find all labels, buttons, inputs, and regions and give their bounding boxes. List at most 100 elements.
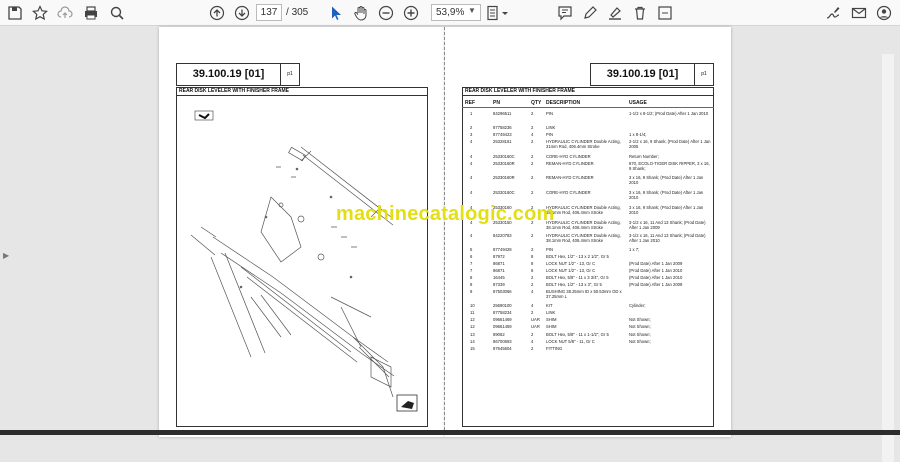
vertical-scrollbar[interactable] [882,54,894,462]
usage-cell: (Prod Date) After 1 Jan 2010 [629,275,683,280]
ref-cell: 4 [470,161,473,166]
usage-cell: (Prod Date) After 1 Jan 2009 [629,261,683,266]
pn-cell: 09661469 [493,317,512,322]
ref-cell: 4 [470,154,473,159]
ref-cell: 5 [470,247,473,252]
zoom-out-icon[interactable] [377,4,395,22]
col-usage-header: USAGE [629,100,647,106]
zoom-search-icon[interactable] [108,4,126,22]
description-cell: HYDRAULIC CYLINDER Double Acting, 38.1mm… [546,205,621,215]
page-number-input[interactable]: 137 [256,4,282,21]
qty-cell: 2 [531,282,534,287]
ref-cell: 11 [470,310,475,315]
pn-cell: 25330160C [493,190,515,195]
bookmark-star-icon[interactable] [31,4,49,22]
qty-cell: 2 [531,247,534,252]
usage-cell: 2-1/2 x 16, 9 Shank; (Prod Date) After 1… [629,139,711,149]
zoom-dropdown-chevron-icon[interactable]: ▼ [468,6,476,15]
qty-cell: UAR [531,324,540,329]
usage-cell: 1 x 7; [629,247,640,252]
exploded-view-drawing [190,110,418,412]
description-cell: LOCK NUT 5/8" - 11, Gr C [546,339,595,344]
page-total-count: 305 [291,7,309,18]
page-total: / 305 [286,7,308,18]
ref-cell: 7 [470,268,473,273]
comment-icon[interactable] [556,4,574,22]
col-pn-header: PN [493,100,500,106]
next-page-icon[interactable] [233,4,251,22]
qty-cell: UAR [531,317,540,322]
page-left-diagram: 39.100.19 [01] p1 REAR DISK LEVELER WITH… [159,27,445,437]
qty-cell: 2 [531,310,534,315]
left-collapse-arrow-icon[interactable]: ▶ [3,251,9,260]
ref-cell: 8 [470,275,473,280]
document-viewer[interactable]: ▶ ◀ 39.100.19 [01] p1 REAR DISK LEVELER … [0,27,900,462]
select-cursor-icon[interactable] [327,4,345,22]
pn-cell: 25330160R [493,175,515,180]
description-cell: PIN [546,132,553,137]
more-icon[interactable] [656,4,674,22]
qty-cell: 2 [531,111,534,116]
delete-icon[interactable] [631,4,649,22]
toolbar: 137 / 305 53,9% ▼ [0,0,900,26]
upload-cloud-icon[interactable] [56,4,74,22]
ref-cell: 14 [470,339,475,344]
prev-page-icon[interactable] [208,4,226,22]
description-cell: PIN [546,111,553,116]
description-cell: HYDRAULIC CYLINDER Double Acting, 38.1mm… [546,220,621,230]
section-header-box-right: 39.100.19 [01] p1 [590,63,714,86]
page-separator: / [286,7,289,18]
pn-cell: 87758236 [493,125,512,130]
hand-pan-icon[interactable] [352,4,370,22]
usage-cell: Not Shown; [629,324,651,329]
pn-cell: 87339 [493,282,505,287]
account-icon[interactable] [875,4,893,22]
qty-cell: 2 [531,139,534,144]
pen-icon[interactable] [581,4,599,22]
pn-cell: 25330160R [493,161,515,166]
page-right-parts-list: 39.100.19 [01] p1 REAR DISK LEVELER WITH… [445,27,731,437]
pn-cell: 16445 [493,275,505,280]
description-cell: SHIM [546,324,557,329]
usage-cell: (Prod Date) After 1 Jan 2009 [629,282,683,287]
pn-cell: 87645604 [493,346,512,351]
zoom-in-icon[interactable] [402,4,420,22]
description-cell: REMAN-HYD CYLINDER [546,161,594,166]
pn-cell: 86871 [493,268,505,273]
description-cell: FITTING [546,346,563,351]
pn-cell: 25690100 [493,303,512,308]
description-cell: LOCK NUT 1/2" - 13, Gr C [546,261,596,266]
description-cell: CORE-HYD CYLINDER [546,154,591,159]
description-cell: KIT [546,303,553,308]
ref-cell: 4 [470,139,473,144]
usage-cell: Cylinder; [629,303,646,308]
highlight-icon[interactable] [606,4,624,22]
ref-cell: 4 [470,175,473,180]
qty-cell: 2 [531,332,534,337]
pn-cell: 87749428 [493,247,512,252]
description-cell: BOLT Hex, 1/2" - 13 x 2 1/2", Gr 5 [546,254,609,259]
qty-cell: 2 [531,346,534,351]
qty-cell: 6 [531,268,534,273]
assembly-title-right: REAR DISK LEVELER WITH FINISHER FRAME [462,87,714,96]
usage-cell: 3-1/2 x 16, 11 And 13 Shank; (Prod Date)… [629,233,706,243]
page-fit-dropdown-icon[interactable] [500,4,510,22]
ref-cell: 10 [470,303,475,308]
description-cell: REMAN-HYD CYLINDER [546,175,594,180]
print-icon[interactable] [82,4,100,22]
ref-cell: 15 [470,346,475,351]
page-label-right: p1 [701,71,707,77]
save-icon[interactable] [6,4,24,22]
mail-icon[interactable] [850,4,868,22]
pn-cell: 09661459 [493,324,512,329]
ref-cell: 3 [470,132,473,137]
ref-cell: 4 [470,190,473,195]
description-cell: HYDRAULIC CYLINDER Double Acting, 38.1mm… [546,233,621,243]
qty-cell: 4 [531,303,534,308]
qty-cell: 8 [531,254,534,259]
watermark: machinecatalogic.com [336,203,555,225]
description-cell: LINK [546,125,556,130]
qty-cell: 2 [531,175,534,180]
sign-icon[interactable] [824,4,842,22]
pn-cell: 87758234 [493,310,512,315]
